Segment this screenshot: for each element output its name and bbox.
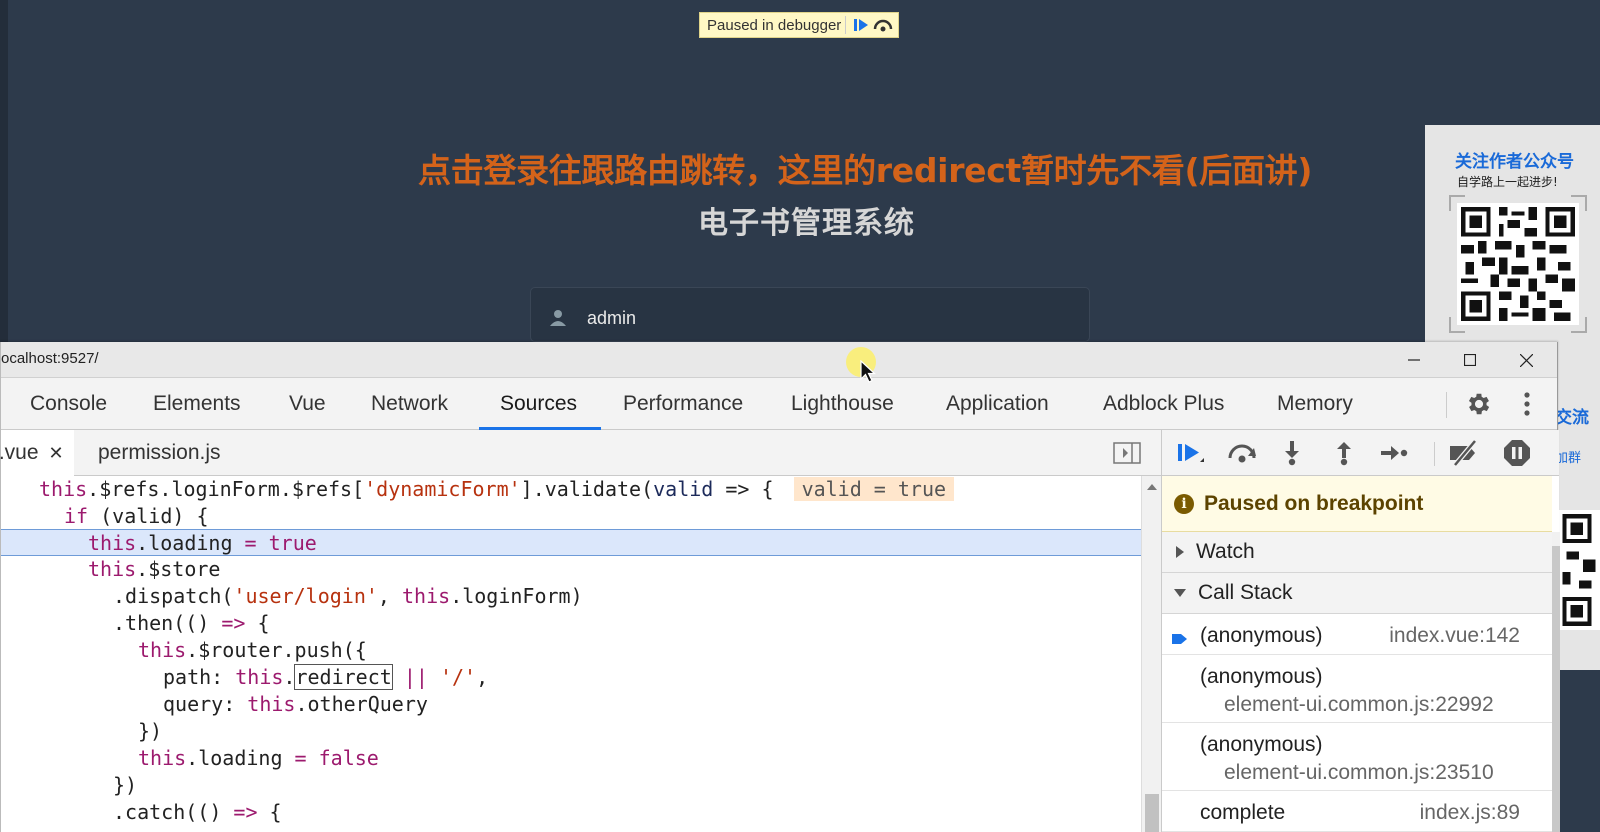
call-frame[interactable]: (anonymous) element-ui.common.js:22992 [1162,655,1552,723]
devtools-window: ocalhost:9527/ Console Elements Vue Netw… [0,342,1560,832]
frame-function: (anonymous) [1200,665,1323,688]
username-input[interactable]: admin [530,287,1090,342]
tabbar-separator [1446,392,1447,418]
watch-section-header[interactable]: Watch [1162,532,1552,573]
close-window-icon[interactable] [1498,342,1554,378]
tab-elements[interactable]: Elements [153,378,241,430]
highlighted-token: redirect [294,664,393,690]
annotation-text: 点击登录往跟路由跳转，这里的redirect暂时先不看(后面讲) [418,151,1313,190]
code-line: if (valid) { [64,504,209,528]
more-options-icon[interactable] [1523,378,1531,430]
call-frame[interactable]: complete index.js:89 [1162,791,1552,832]
devtools-url: ocalhost:9527/ [1,350,99,367]
toggle-debugger-sidebar-icon[interactable] [1113,430,1141,476]
user-icon [549,308,567,330]
minimize-icon[interactable] [1386,342,1442,378]
code-scrollbar[interactable] [1141,476,1161,832]
tab-adblock-plus[interactable]: Adblock Plus [1103,378,1224,430]
gear-icon[interactable] [1465,378,1493,430]
login-title: 电子书管理系统 [698,206,915,241]
qr-code-image-partial [1558,510,1600,630]
frame-location: index.js:89 [1419,801,1520,824]
info-icon: i [1174,493,1194,514]
step-over-mini-icon[interactable] [872,15,894,35]
resume-mini-icon[interactable] [850,15,872,35]
frame-function: (anonymous) [1200,733,1323,756]
debugger-toolbar [1162,430,1559,476]
frame-location: element-ui.common.js:22992 [1224,693,1494,716]
devtools-titlebar[interactable]: ocalhost:9527/ [1,342,1557,378]
resume-icon[interactable] [1168,430,1212,476]
code-line: }) [138,719,163,743]
file-tab-label: t.vue [0,441,39,464]
page-left-edge [0,0,8,342]
code-line: .dispatch('user/login', this.loginForm) [113,584,583,608]
scroll-up-arrow-icon[interactable] [1147,484,1157,490]
deactivate-breakpoints-icon[interactable] [1442,430,1486,476]
code-line: this.$router.push({ [138,638,367,662]
paused-in-debugger-badge: Paused in debugger [699,12,900,38]
frame-location: index.vue:142 [1389,624,1520,647]
frame-function: complete [1200,801,1286,824]
mouse-cursor-icon [860,359,877,388]
tab-sources[interactable]: Sources [500,378,577,430]
code-line: .catch(() => { [113,800,282,824]
code-line: this.loading = false [138,746,379,770]
code-line: .then(() => { [113,611,270,635]
scrollbar-thumb[interactable] [1552,546,1560,832]
devtools-tabbar: Console Elements Vue Network Sources Per… [1,378,1557,430]
step-icon[interactable] [1372,430,1416,476]
watch-label: Watch [1196,540,1255,563]
ad-side-text: 交流 [1555,408,1589,428]
qr-code-image [1457,203,1579,325]
frame-function: (anonymous) [1200,624,1323,647]
toolbar-separator [1434,442,1435,466]
code-line: }) [113,773,138,797]
step-into-icon[interactable] [1270,430,1314,476]
tab-performance[interactable]: Performance [623,378,743,430]
code-line: this.$store [88,557,221,581]
tab-application[interactable]: Application [946,378,1049,430]
debugger-sidebar: i Paused on breakpoint Watch Call Stack … [1161,430,1560,832]
code-line: this.$refs.loginForm.$refs['dynamicForm'… [39,476,955,503]
step-over-icon[interactable] [1220,430,1264,476]
tab-lighthouse[interactable]: Lighthouse [791,378,894,430]
code-line: query: this.otherQuery [163,692,428,716]
sidebar-scrollbar[interactable] [1552,532,1560,832]
close-tab-icon[interactable]: ✕ [49,443,64,464]
tab-memory[interactable]: Memory [1277,378,1353,430]
call-frame[interactable]: (anonymous) index.vue:142 [1162,614,1552,655]
paused-on-breakpoint-banner: i Paused on breakpoint [1162,476,1552,532]
ad-title: 关注作者公众号 [1455,152,1574,172]
collapse-arrow-icon [1174,589,1186,597]
tab-console[interactable]: Console [30,378,107,430]
tab-network[interactable]: Network [371,378,448,430]
frame-location: element-ui.common.js:23510 [1224,761,1494,784]
call-stack-section-header[interactable]: Call Stack [1162,573,1552,614]
code-line: path: this.redirect || '/', [163,664,489,690]
ad-subtitle: 自学路上一起进步! [1457,175,1558,189]
username-value: admin [587,308,637,328]
pause-on-exceptions-icon[interactable] [1495,430,1539,476]
tab-vue[interactable]: Vue [289,378,326,430]
maximize-icon[interactable] [1442,342,1498,378]
paused-status-text: Paused on breakpoint [1204,491,1424,515]
code-line-paused: this.loading = true [1,529,1141,556]
badge-separator [845,16,847,34]
current-frame-arrow-icon [1172,628,1188,652]
file-tab-active[interactable]: t.vue ✕ [0,430,74,476]
debugger-badge-text: Paused in debugger [707,16,842,34]
scrollbar-thumb[interactable] [1145,794,1159,832]
call-frame[interactable]: (anonymous) element-ui.common.js:23510 [1162,723,1552,791]
call-stack-label: Call Stack [1198,581,1293,604]
code-editor[interactable]: this.$refs.loginForm.$refs['dynamicForm'… [1,476,1141,832]
inline-value-hint: valid = true [793,477,955,501]
editor-file-tabs: t.vue ✕ permission.js [0,430,1161,476]
file-tab-permission[interactable]: permission.js [98,430,221,476]
expand-arrow-icon [1176,546,1184,558]
step-out-icon[interactable] [1322,430,1366,476]
